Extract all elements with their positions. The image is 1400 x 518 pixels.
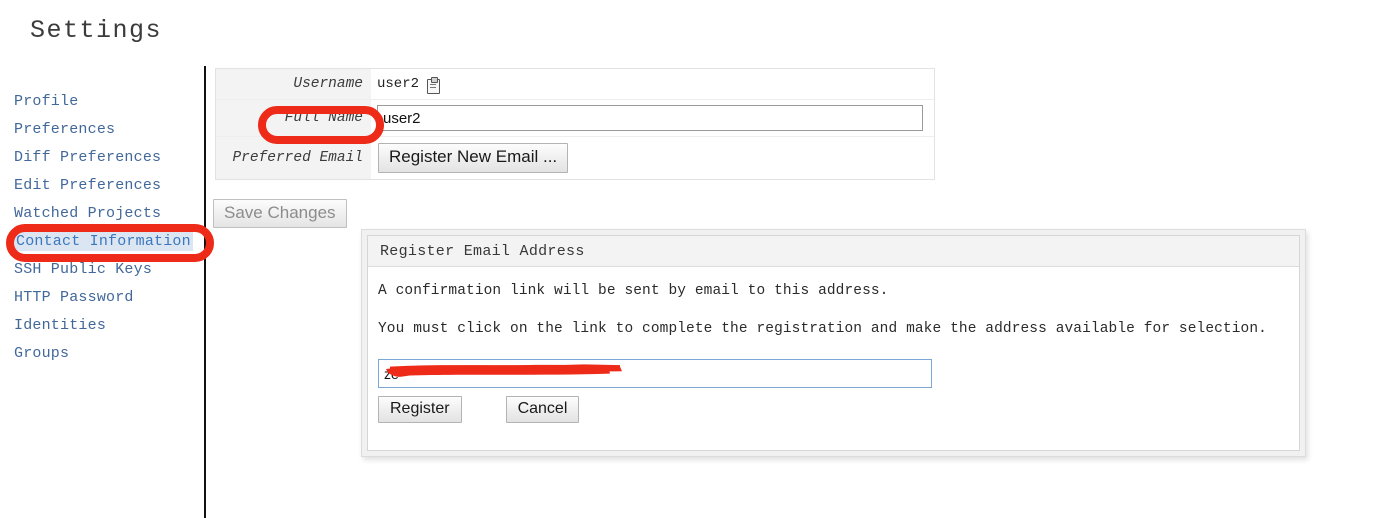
form-row-username: Username user2 — [216, 69, 934, 100]
fullname-input[interactable] — [377, 105, 923, 131]
username-value-cell: user2 — [371, 69, 934, 99]
sidebar-item-http-password[interactable]: HTTP Password — [0, 284, 204, 312]
dialog-paragraph-1: A confirmation link will be sent by emai… — [378, 283, 889, 299]
save-changes-button[interactable]: Save Changes — [213, 199, 347, 228]
sidebar-item-ssh-public-keys[interactable]: SSH Public Keys — [0, 256, 204, 284]
dialog-title: Register Email Address — [380, 242, 585, 260]
settings-sidebar: Profile Preferences Diff Preferences Edi… — [0, 88, 204, 368]
clipboard-icon[interactable] — [427, 76, 441, 94]
fullname-value-cell — [371, 100, 934, 136]
sidebar-item-label: SSH Public Keys — [14, 261, 153, 278]
sidebar-item-label: HTTP Password — [14, 289, 134, 306]
sidebar-item-profile[interactable]: Profile — [0, 88, 204, 116]
preferred-email-value-cell: Register New Email ... — [371, 137, 934, 179]
sidebar-item-label: Edit Preferences — [14, 177, 162, 194]
sidebar-item-groups[interactable]: Groups — [0, 340, 204, 368]
email-address-input[interactable] — [378, 359, 932, 388]
sidebar-item-label: Identities — [14, 317, 107, 334]
page-title: Settings — [30, 16, 163, 45]
sidebar-item-watched-projects[interactable]: Watched Projects — [0, 200, 204, 228]
register-button[interactable]: Register — [378, 396, 462, 423]
username-label: Username — [216, 69, 371, 99]
fullname-label: Full Name — [216, 100, 371, 136]
sidebar-item-diff-preferences[interactable]: Diff Preferences — [0, 144, 204, 172]
preferred-email-label: Preferred Email — [216, 137, 371, 179]
sidebar-item-edit-preferences[interactable]: Edit Preferences — [0, 172, 204, 200]
sidebar-item-label: Contact Information — [14, 232, 193, 251]
sidebar-item-label: Watched Projects — [14, 205, 162, 222]
register-new-email-button[interactable]: Register New Email ... — [378, 143, 569, 173]
sidebar-item-label: Diff Preferences — [14, 149, 162, 166]
sidebar-item-label: Groups — [14, 345, 70, 362]
sidebar-divider — [204, 66, 206, 518]
sidebar-item-label: Preferences — [14, 121, 116, 138]
sidebar-item-contact-information[interactable]: Contact Information — [0, 228, 204, 256]
sidebar-item-label: Profile — [14, 93, 79, 110]
dialog-inner-panel: Register Email Address A confirmation li… — [367, 235, 1300, 451]
contact-information-form: Username user2 Full Name Preferred Email… — [215, 68, 935, 180]
email-input-wrapper — [378, 359, 932, 388]
sidebar-item-preferences[interactable]: Preferences — [0, 116, 204, 144]
sidebar-item-identities[interactable]: Identities — [0, 312, 204, 340]
register-email-dialog: Register Email Address A confirmation li… — [361, 229, 1306, 457]
dialog-body: A confirmation link will be sent by emai… — [368, 267, 1299, 423]
dialog-paragraph-2: You must click on the link to complete t… — [378, 321, 1267, 337]
form-row-fullname: Full Name — [216, 100, 934, 137]
form-row-preferred-email: Preferred Email Register New Email ... — [216, 137, 934, 179]
dialog-button-row: Register Cancel — [378, 396, 1287, 423]
username-value: user2 — [377, 76, 420, 92]
dialog-title-bar: Register Email Address — [368, 236, 1299, 267]
cancel-button[interactable]: Cancel — [505, 396, 580, 423]
